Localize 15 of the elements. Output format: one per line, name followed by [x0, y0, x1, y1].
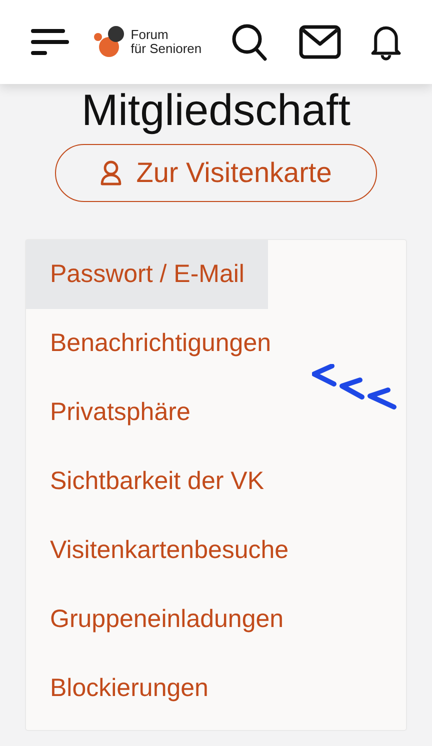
- menu-item[interactable]: Gruppeneinladungen: [26, 585, 308, 654]
- profile-card-button[interactable]: Zur Visitenkarte: [55, 144, 377, 202]
- logo-text: für Senioren: [130, 42, 202, 56]
- page-title: Mitgliedschaft: [80, 85, 352, 136]
- menu-item[interactable]: Sichtbarkeit der VK: [26, 447, 288, 516]
- menu-item[interactable]: Benachrichtigungen: [26, 309, 295, 378]
- menu-icon[interactable]: [30, 27, 70, 57]
- menu-item[interactable]: Visitenkartenbesuche: [26, 516, 313, 585]
- logo-text: Forum: [130, 28, 170, 42]
- menu-item[interactable]: Blockierungen: [26, 654, 232, 723]
- person-icon: [100, 160, 122, 186]
- logo-icon: [92, 25, 127, 59]
- menu-item[interactable]: Privatsphäre: [26, 378, 214, 447]
- mail-icon[interactable]: [299, 25, 342, 59]
- menu-item[interactable]: Passwort / E-Mail: [26, 240, 268, 309]
